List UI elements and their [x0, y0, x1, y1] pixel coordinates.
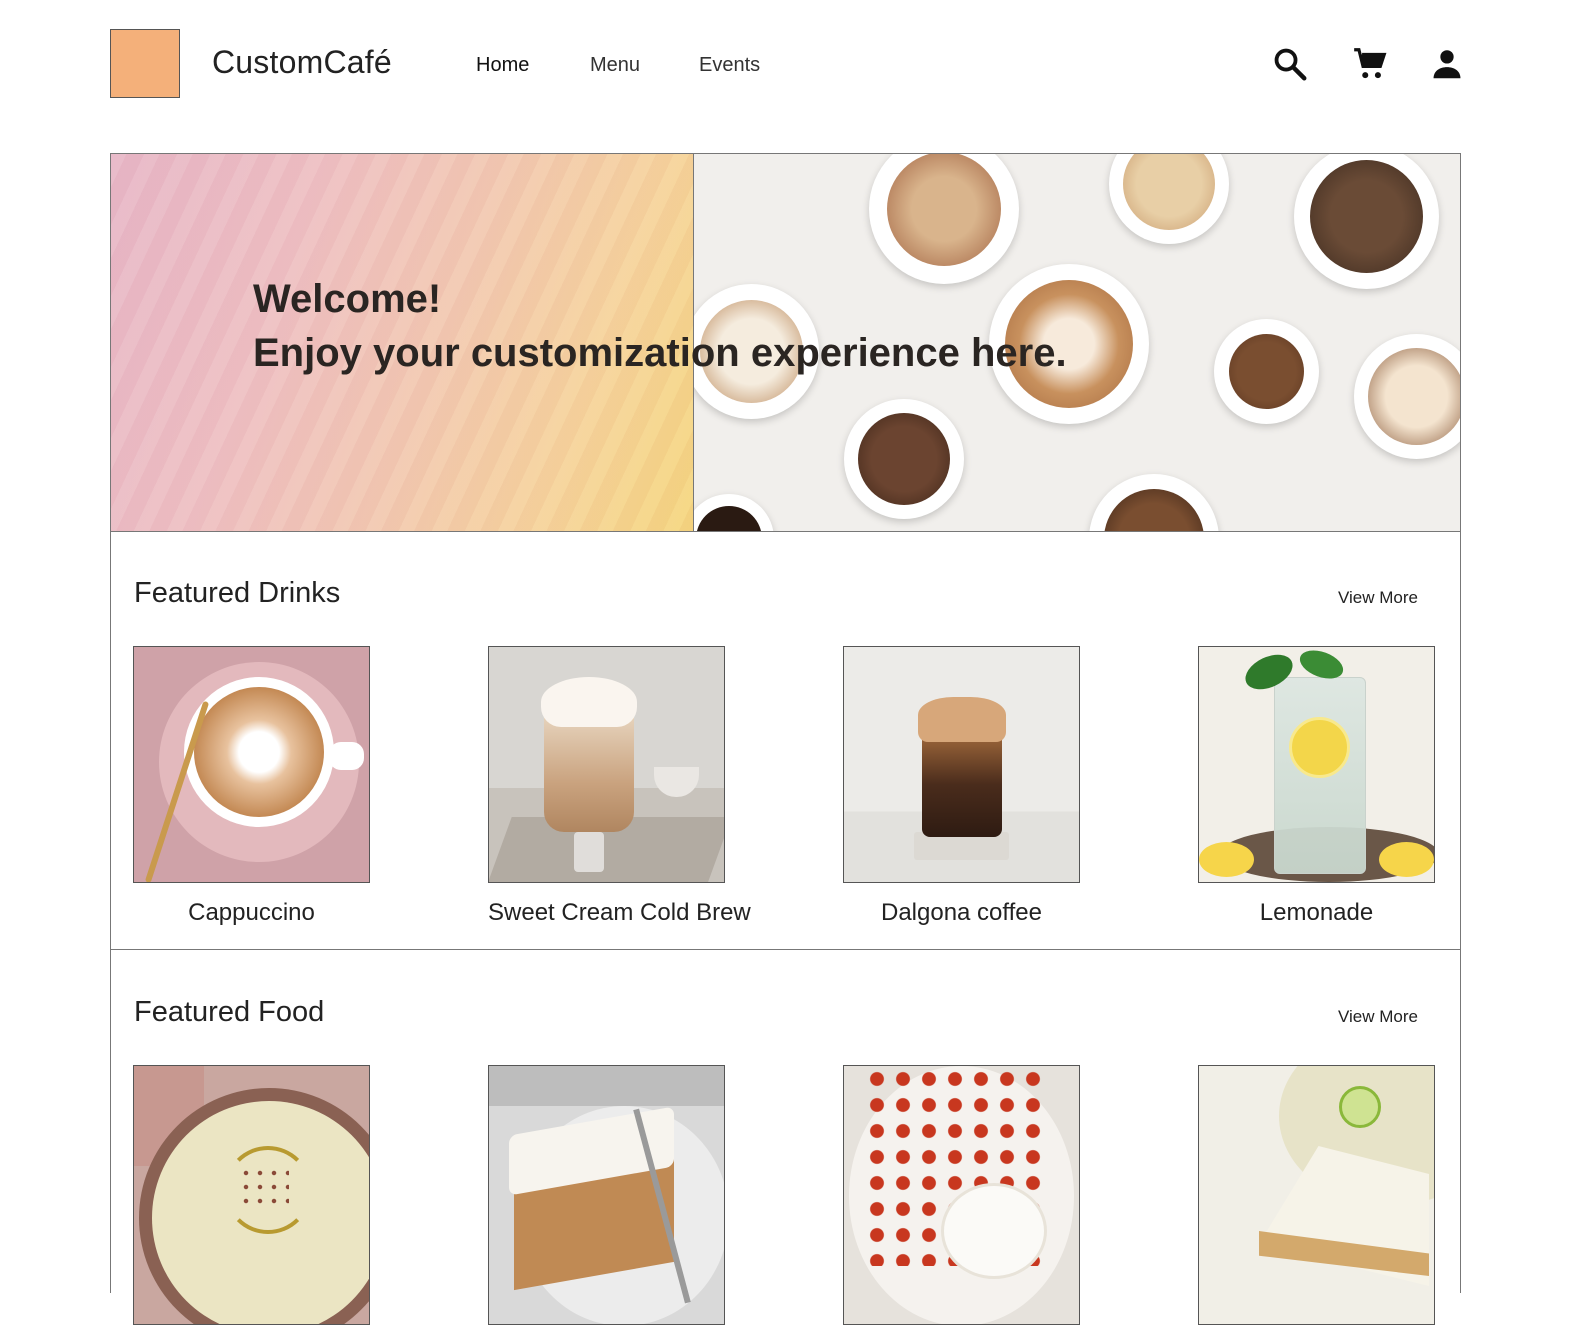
drink-image — [1198, 646, 1435, 883]
food-image — [1198, 1065, 1435, 1325]
logo[interactable] — [110, 29, 180, 98]
food-card[interactable] — [843, 1065, 1080, 1325]
food-card[interactable] — [133, 1065, 370, 1325]
nav-menu[interactable]: Menu — [590, 54, 640, 77]
drink-label: Sweet Cream Cold Brew — [488, 899, 751, 926]
hero-subtitle: Enjoy your customization experience here… — [253, 331, 1067, 375]
section-title: Featured Drinks — [134, 577, 341, 609]
food-image — [488, 1065, 725, 1325]
featured-food-section: Featured Food View More — [111, 950, 1460, 1325]
hero-title: Welcome! — [253, 277, 442, 321]
main-content: Welcome! Enjoy your customization experi… — [110, 153, 1461, 1325]
search-icon[interactable] — [1271, 45, 1309, 83]
drink-card-dalgona-coffee[interactable]: Dalgona coffee — [843, 646, 1080, 927]
drink-card-sweet-cream-cold-brew[interactable]: Sweet Cream Cold Brew — [488, 646, 751, 927]
drink-card-lemonade[interactable]: Lemonade — [1198, 646, 1435, 927]
brand-name[interactable]: CustomCafé — [212, 44, 392, 81]
drink-label: Lemonade — [1259, 899, 1374, 926]
food-image — [843, 1065, 1080, 1325]
cart-icon[interactable] — [1351, 45, 1389, 83]
featured-drinks-section: Featured Drinks View More Cappuccino Swe… — [111, 531, 1460, 950]
drink-card-cappuccino[interactable]: Cappuccino — [133, 646, 370, 927]
nav-home[interactable]: Home — [476, 54, 529, 77]
hero-banner: Welcome! Enjoy your customization experi… — [111, 154, 1460, 532]
food-card[interactable] — [488, 1065, 725, 1325]
top-bar: CustomCafé Home Menu Events — [0, 0, 1586, 130]
view-more-food-link[interactable]: View More — [1338, 1007, 1418, 1027]
drink-image — [488, 646, 725, 883]
drink-label: Cappuccino — [188, 899, 315, 926]
view-more-drinks-link[interactable]: View More — [1338, 588, 1418, 608]
hero-text: Welcome! Enjoy your customization experi… — [253, 272, 1067, 380]
food-image — [133, 1065, 370, 1325]
drink-image — [133, 646, 370, 883]
section-title: Featured Food — [134, 996, 325, 1028]
nav-events[interactable]: Events — [699, 54, 760, 77]
account-icon[interactable] — [1428, 45, 1466, 83]
drink-label: Dalgona coffee — [880, 899, 1042, 926]
drink-image — [843, 646, 1080, 883]
food-card[interactable] — [1198, 1065, 1435, 1325]
